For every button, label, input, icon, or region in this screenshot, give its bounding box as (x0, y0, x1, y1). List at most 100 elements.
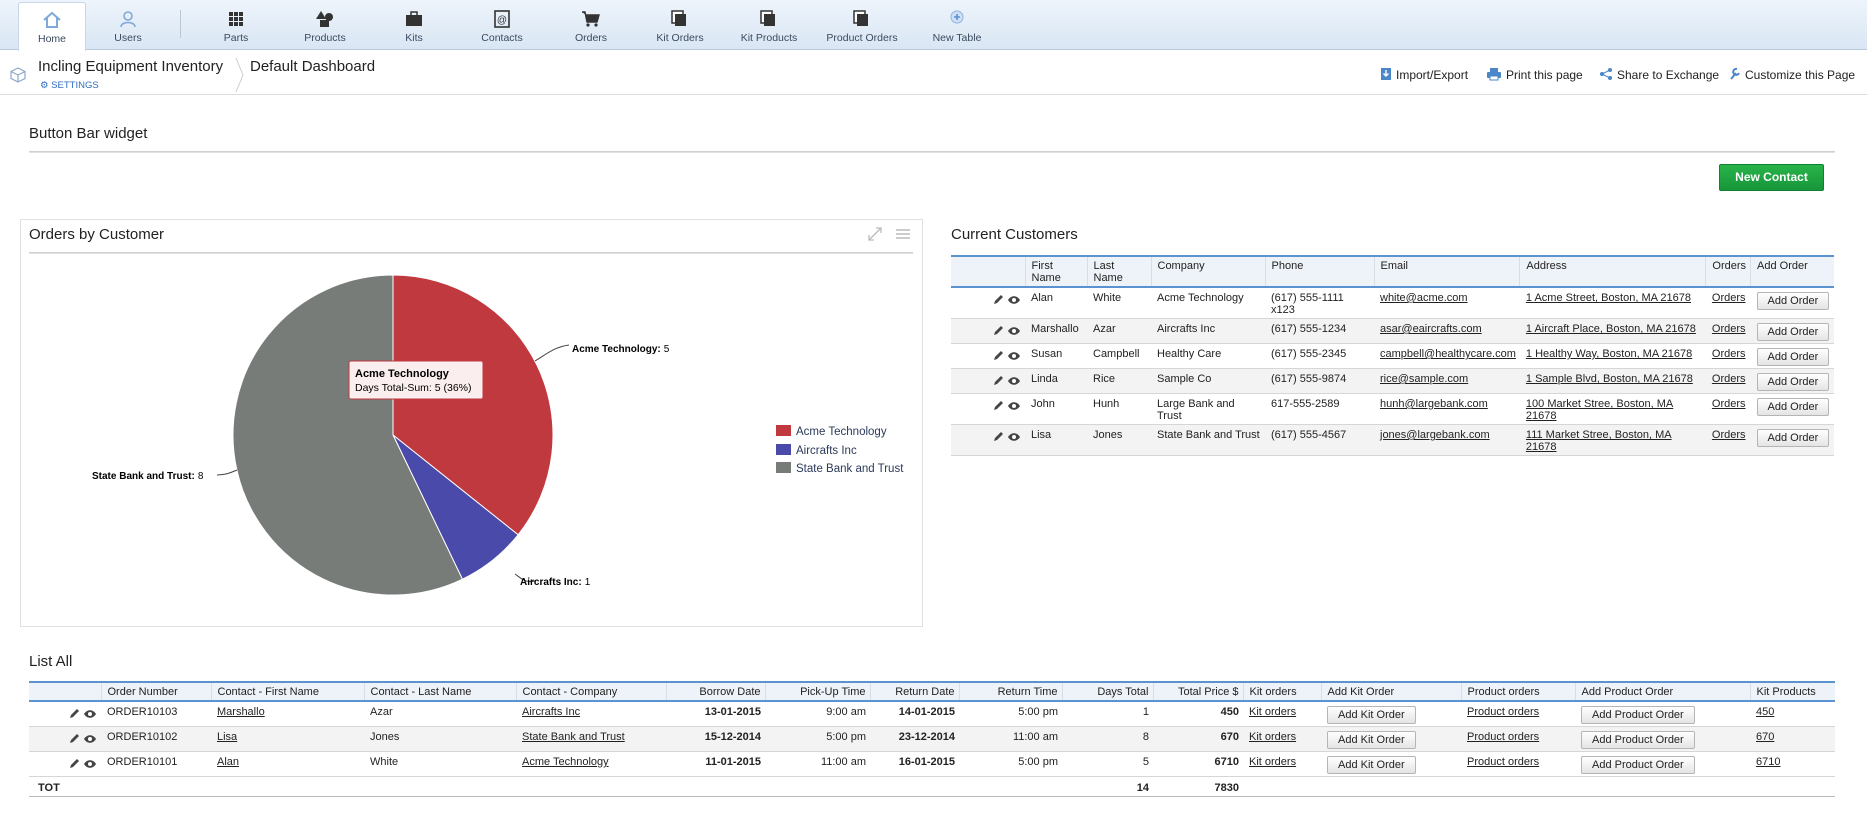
address-link[interactable]: 1 Acme Street, Boston, MA 21678 (1526, 292, 1691, 304)
contact-first-link[interactable]: Marshallo (217, 706, 265, 718)
nav-kit-orders[interactable]: Kit Orders (646, 2, 714, 48)
pencil-icon[interactable] (68, 733, 80, 745)
add-product-order-button[interactable]: Add Product Order (1581, 756, 1695, 774)
add-order-button[interactable]: Add Order (1756, 398, 1830, 416)
legend-item-state-bank[interactable]: State Bank and Trust (776, 462, 903, 475)
column-header[interactable]: Orders (1705, 255, 1751, 288)
column-header[interactable]: Address (1519, 255, 1706, 288)
new-contact-button[interactable]: New Contact (1719, 164, 1824, 191)
product-orders-link[interactable]: Product orders (1467, 731, 1539, 743)
add-order-button[interactable]: Add Order (1756, 323, 1830, 341)
column-header[interactable]: Add Order (1750, 255, 1834, 288)
pencil-icon[interactable] (68, 708, 80, 720)
contact-company-link[interactable]: State Bank and Trust (522, 731, 625, 743)
contact-company-link[interactable]: Acme Technology (522, 756, 609, 768)
kit-products-link[interactable]: 670 (1756, 731, 1774, 743)
add-order-button[interactable]: Add Order (1756, 429, 1830, 447)
orders-link[interactable]: Orders (1712, 429, 1746, 441)
product-orders-link[interactable]: Product orders (1467, 756, 1539, 768)
column-header[interactable]: Borrow Date (665, 681, 765, 702)
column-header[interactable]: Email (1373, 255, 1520, 288)
email-link[interactable]: white@acme.com (1380, 292, 1468, 304)
column-header[interactable]: First Name (1024, 255, 1087, 288)
email-link[interactable]: campbell@healthycare.com (1380, 348, 1516, 360)
column-header[interactable]: Pick-Up Time (764, 681, 870, 702)
column-header[interactable]: Product orders (1460, 681, 1575, 702)
add-product-order-button[interactable]: Add Product Order (1581, 706, 1695, 724)
column-header[interactable]: Return Date (869, 681, 959, 702)
column-header[interactable]: Total Price $ (1152, 681, 1243, 702)
contact-first-link[interactable]: Alan (217, 756, 239, 768)
eye-icon[interactable] (83, 759, 97, 769)
eye-icon[interactable] (1007, 401, 1021, 411)
kit-orders-link[interactable]: Kit orders (1249, 706, 1296, 718)
email-link[interactable]: jones@largebank.com (1380, 429, 1490, 441)
pencil-icon[interactable] (992, 431, 1004, 443)
contact-first-link[interactable]: Lisa (217, 731, 237, 743)
column-header[interactable]: Kit Products (1749, 681, 1835, 702)
kit-products-link[interactable]: 6710 (1756, 756, 1780, 768)
eye-icon[interactable] (83, 709, 97, 719)
address-link[interactable]: 1 Aircraft Place, Boston, MA 21678 (1526, 323, 1696, 335)
address-link[interactable]: 100 Market Stree, Boston, MA 21678 (1526, 398, 1673, 422)
address-link[interactable]: 111 Market Stree, Boston, MA 21678 (1526, 429, 1672, 453)
settings-link[interactable]: ⚙ SETTINGS (40, 80, 99, 91)
email-link[interactable]: asar@eaircrafts.com (1380, 323, 1482, 335)
nav-users[interactable]: Users (94, 2, 162, 48)
product-orders-link[interactable]: Product orders (1467, 706, 1539, 718)
legend-item-aircrafts[interactable]: Aircrafts Inc (776, 444, 857, 457)
pencil-icon[interactable] (992, 294, 1004, 306)
nav-orders[interactable]: Orders (557, 2, 625, 48)
eye-icon[interactable] (1007, 295, 1021, 305)
print-page-link[interactable]: Print this page (1486, 67, 1583, 82)
column-header[interactable]: Order Number (100, 681, 211, 702)
add-kit-order-button[interactable]: Add Kit Order (1327, 706, 1416, 724)
address-link[interactable]: 1 Sample Blvd, Boston, MA 21678 (1526, 373, 1693, 385)
nav-products[interactable]: Products (291, 2, 359, 48)
expand-icon[interactable] (867, 226, 883, 242)
add-kit-order-button[interactable]: Add Kit Order (1327, 731, 1416, 749)
column-header[interactable]: Add Kit Order (1320, 681, 1461, 702)
column-header[interactable]: Phone (1264, 255, 1374, 288)
pencil-icon[interactable] (68, 758, 80, 770)
kit-orders-link[interactable]: Kit orders (1249, 756, 1296, 768)
kit-orders-link[interactable]: Kit orders (1249, 731, 1296, 743)
pencil-icon[interactable] (992, 350, 1004, 362)
contact-company-link[interactable]: Aircrafts Inc (522, 706, 580, 718)
column-header[interactable]: Days Total (1061, 681, 1153, 702)
nav-new-table[interactable]: New Table (923, 2, 991, 48)
column-header[interactable]: Last Name (1086, 255, 1151, 288)
column-header[interactable]: Contact - First Name (210, 681, 364, 702)
orders-link[interactable]: Orders (1712, 398, 1746, 410)
add-kit-order-button[interactable]: Add Kit Order (1327, 756, 1416, 774)
orders-link[interactable]: Orders (1712, 323, 1746, 335)
customize-page-link[interactable]: Customize this Page (1729, 67, 1855, 82)
kit-products-link[interactable]: 450 (1756, 706, 1774, 718)
email-link[interactable]: rice@sample.com (1380, 373, 1468, 385)
legend-item-acme[interactable]: Acme Technology (776, 425, 887, 438)
menu-icon[interactable] (895, 227, 911, 241)
column-header[interactable]: Kit orders (1242, 681, 1321, 702)
column-header[interactable]: Contact - Last Name (363, 681, 516, 702)
nav-product-orders[interactable]: Product Orders (824, 2, 900, 48)
orders-link[interactable]: Orders (1712, 373, 1746, 385)
pencil-icon[interactable] (992, 325, 1004, 337)
nav-kit-products[interactable]: Kit Products (735, 2, 803, 48)
add-product-order-button[interactable]: Add Product Order (1581, 731, 1695, 749)
pencil-icon[interactable] (992, 375, 1004, 387)
import-export-link[interactable]: Import/Export (1380, 67, 1468, 82)
eye-icon[interactable] (83, 734, 97, 744)
add-order-button[interactable]: Add Order (1756, 373, 1830, 391)
nav-home[interactable]: Home (18, 2, 86, 51)
nav-contacts[interactable]: @ Contacts (468, 2, 536, 48)
column-header[interactable]: Return Time (958, 681, 1062, 702)
eye-icon[interactable] (1007, 351, 1021, 361)
email-link[interactable]: hunh@largebank.com (1380, 398, 1488, 410)
pencil-icon[interactable] (992, 400, 1004, 412)
share-exchange-link[interactable]: Share to Exchange (1599, 67, 1719, 82)
add-order-button[interactable]: Add Order (1756, 292, 1830, 310)
eye-icon[interactable] (1007, 432, 1021, 442)
nav-parts[interactable]: Parts (202, 2, 270, 48)
eye-icon[interactable] (1007, 326, 1021, 336)
add-order-button[interactable]: Add Order (1756, 348, 1830, 366)
